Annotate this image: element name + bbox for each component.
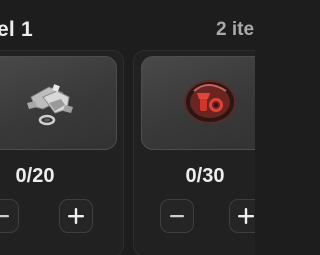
item-counter: 0/30 [185,165,225,187]
crafting-panel: el 1 2 ite 0/20 0/30 [0,0,255,255]
minus-icon [0,215,9,218]
metal-bracket-icon [27,84,73,126]
minus-icon [170,215,184,218]
level-title: el 1 [0,18,33,41]
plus-icon [68,208,84,224]
item-counter: 0/20 [15,165,55,187]
item-card: 0/30 [133,50,255,255]
decrease-button[interactable] [160,199,194,233]
item-count: 2 ite [216,19,255,40]
item-thumbnail[interactable] [0,56,117,150]
increase-button[interactable] [229,199,255,233]
red-valve-icon [184,80,236,124]
item-thumbnail[interactable] [141,56,255,150]
plus-icon [238,208,254,224]
decrease-button[interactable] [0,199,19,233]
increase-button[interactable] [59,199,93,233]
item-card: 0/20 [0,50,124,255]
